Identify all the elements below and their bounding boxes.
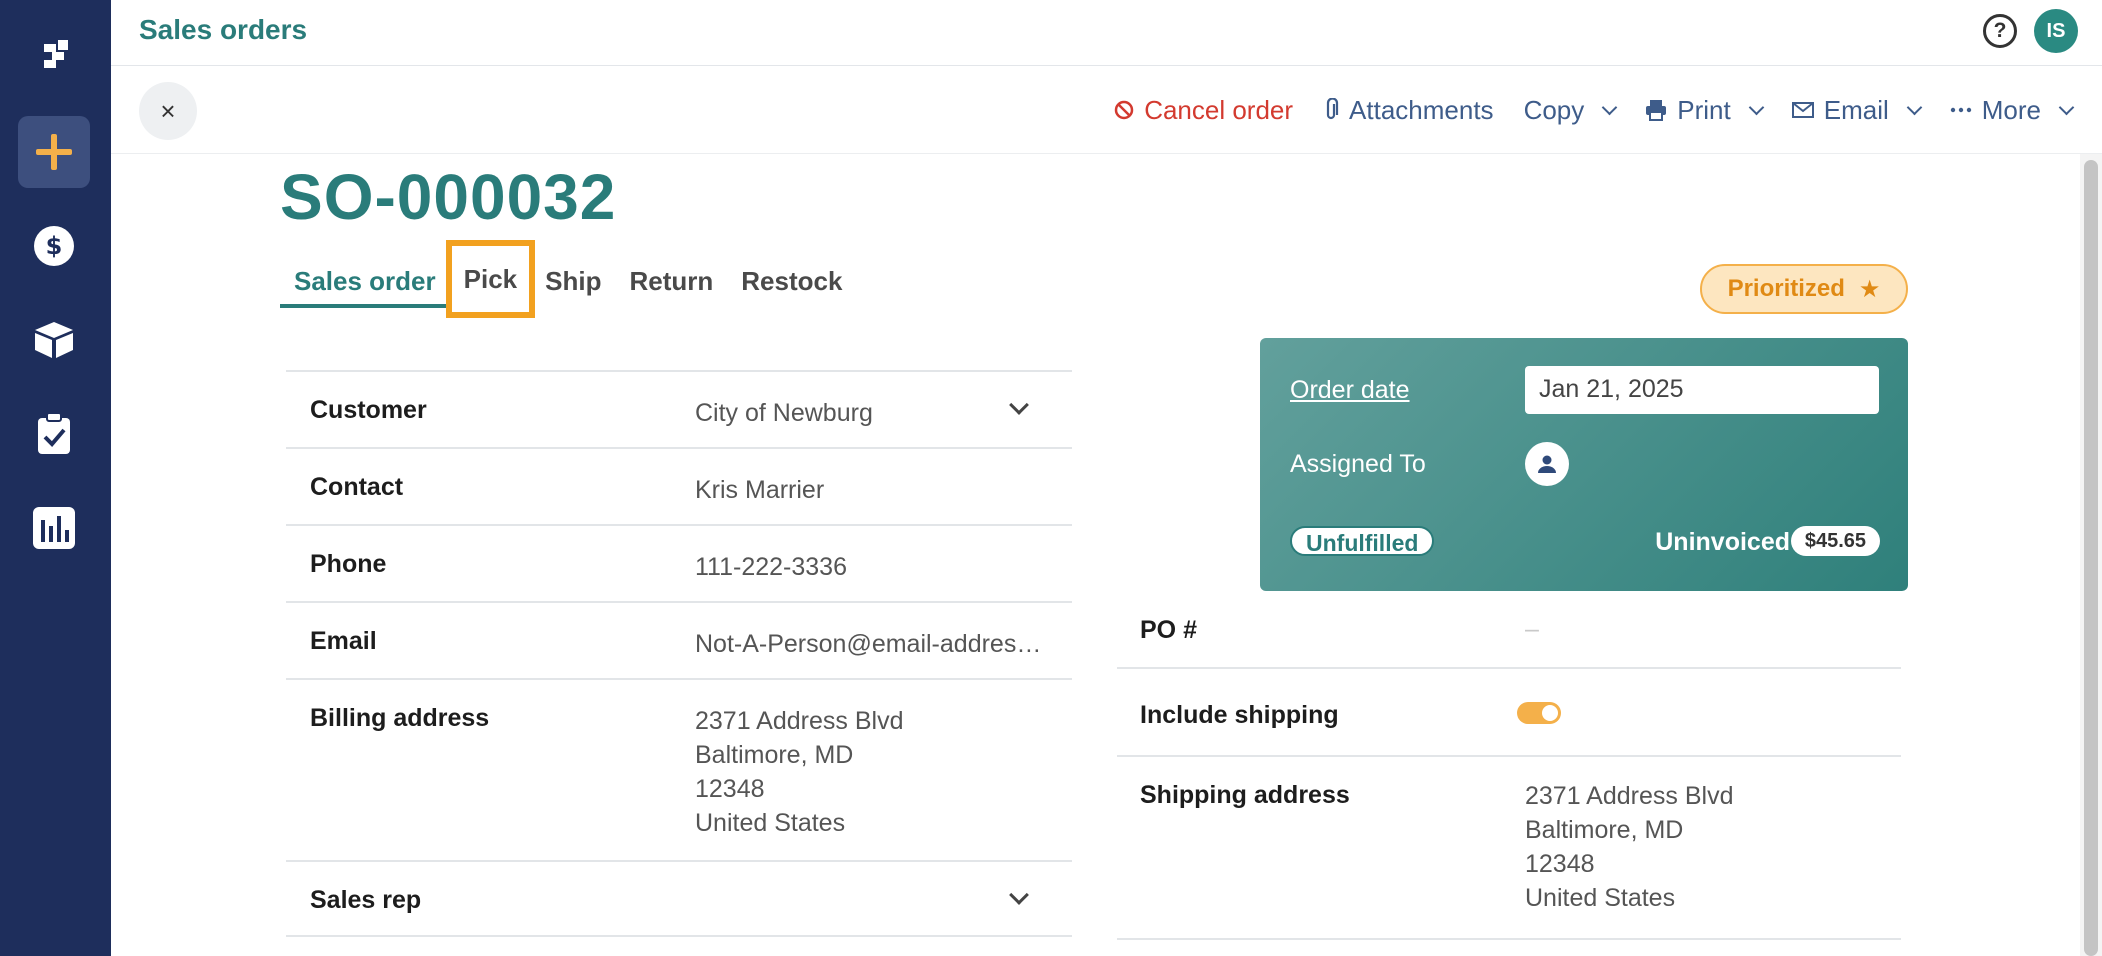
print-label: Print [1677, 94, 1731, 125]
sales-rep-row[interactable]: Sales rep [286, 860, 1072, 937]
action-bar: × Cancel order Attachments Copy Print Em… [111, 66, 2102, 154]
print-dropdown-button[interactable]: Print [1645, 94, 1765, 126]
fulfillment-status-badge: Unfulfilled [1290, 526, 1435, 556]
phone-label: Phone [310, 550, 387, 578]
include-shipping-toggle[interactable] [1517, 702, 1561, 724]
action-toolbar: Cancel order Attachments Copy Print Emai… [1114, 66, 2075, 154]
chevron-down-icon[interactable] [1009, 885, 1029, 905]
billing-address-label: Billing address [310, 704, 490, 732]
shipping-address-value: 2371 Address Blvd Baltimore, MD 12348 Un… [1525, 779, 1733, 915]
chevron-down-icon [1601, 99, 1618, 115]
billing-line: 12348 [695, 775, 765, 803]
include-shipping-row: Include shipping [1117, 669, 1901, 757]
sales-dollar-icon[interactable]: $ [18, 210, 90, 282]
order-details-table: Customer City of Newburg Contact Kris Ma… [286, 370, 1072, 937]
billing-line: 2371 Address Blvd [695, 707, 904, 735]
order-status-card: Order date Jan 21, 2025 Assigned To Unfu… [1260, 338, 1908, 591]
email-label: Email [310, 627, 377, 655]
invoice-amount-badge: $45.65 [1790, 526, 1880, 556]
create-plus-icon[interactable] [18, 116, 90, 188]
ellipsis-icon [1950, 107, 1971, 113]
po-number-label: PO # [1140, 616, 1197, 644]
shipping-address-label: Shipping address [1140, 781, 1350, 809]
priority-label: Prioritized [1727, 275, 1845, 302]
chevron-down-icon [1906, 99, 1923, 115]
sidebar: $ [0, 0, 111, 956]
order-date-label[interactable]: Order date [1290, 376, 1410, 405]
chevron-down-icon [1748, 99, 1765, 115]
attachments-label: Attachments [1349, 94, 1494, 125]
printer-icon [1646, 100, 1667, 121]
inventory-box-icon[interactable] [18, 304, 90, 376]
billing-line: United States [695, 809, 846, 837]
shipping-line: Baltimore, MD [1525, 816, 1684, 844]
billing-line: Baltimore, MD [695, 741, 854, 769]
customer-label: Customer [310, 396, 427, 424]
reports-bar-chart-icon[interactable] [18, 492, 90, 564]
sales-rep-label: Sales rep [310, 886, 422, 914]
user-avatar[interactable]: IS [2034, 9, 2078, 53]
shipping-line: 12348 [1525, 850, 1595, 878]
cancel-circle-icon [1114, 100, 1134, 120]
include-shipping-label: Include shipping [1140, 701, 1339, 729]
contact-value: Kris Marrier [695, 476, 825, 504]
top-bar: Sales orders ? IS [111, 0, 2102, 66]
billing-address-row[interactable]: Billing address 2371 Address Blvd Baltim… [286, 678, 1072, 860]
tab-restock[interactable]: Restock [727, 250, 856, 308]
cancel-order-button[interactable]: Cancel order [1114, 95, 1293, 126]
contact-row[interactable]: Contact Kris Marrier [286, 447, 1072, 524]
customer-value: City of Newburg [695, 399, 873, 427]
phone-row[interactable]: Phone 111-222-3336 [286, 524, 1072, 601]
email-label: Email [1823, 94, 1889, 125]
priority-badge[interactable]: Prioritized ★ [1700, 264, 1908, 314]
star-icon: ★ [1858, 275, 1881, 303]
copy-label: Copy [1523, 94, 1585, 125]
assigned-to-label: Assigned To [1290, 450, 1426, 478]
invoice-status-label: Uninvoiced [1655, 528, 1790, 556]
svg-text:$: $ [46, 232, 63, 260]
copy-dropdown-button[interactable]: Copy [1523, 94, 1618, 126]
clipboard-check-icon[interactable] [18, 398, 90, 470]
email-dropdown-button[interactable]: Email [1791, 94, 1923, 126]
shipping-line: United States [1525, 884, 1676, 912]
more-label: More [1981, 94, 2041, 125]
chevron-down-icon [2058, 99, 2075, 115]
more-dropdown-button[interactable]: More [1950, 94, 2075, 126]
app-logo-icon[interactable] [18, 22, 90, 94]
shipping-details-table: PO # – Include shipping Shipping address… [1117, 590, 1901, 940]
tab-ship[interactable]: Ship [531, 250, 615, 308]
tab-sales-order[interactable]: Sales order [280, 250, 450, 308]
order-tabs: Sales order Pick Ship Return Restock [280, 240, 856, 318]
tab-pick[interactable]: Pick [445, 240, 536, 318]
email-value: Not-A-Person@email-addres… [695, 630, 1042, 658]
assign-user-icon[interactable] [1525, 442, 1569, 486]
attachments-button[interactable]: Attachments [1323, 95, 1494, 126]
po-number-value: – [1525, 615, 1539, 643]
contact-label: Contact [310, 473, 404, 501]
shipping-line: 2371 Address Blvd [1525, 782, 1734, 810]
phone-value: 111-222-3336 [695, 553, 847, 581]
email-row[interactable]: Email Not-A-Person@email-addres… [286, 601, 1072, 678]
chevron-down-icon[interactable] [1009, 395, 1029, 415]
order-number: SO-000032 [280, 161, 617, 233]
po-number-row[interactable]: PO # – [1117, 590, 1901, 669]
paperclip-icon [1326, 98, 1339, 120]
scrollbar-thumb[interactable] [2084, 160, 2098, 956]
cancel-order-label: Cancel order [1144, 94, 1294, 125]
help-icon[interactable]: ? [1983, 14, 2017, 48]
tab-return[interactable]: Return [615, 250, 727, 308]
customer-row[interactable]: Customer City of Newburg [286, 370, 1072, 447]
billing-address-value: 2371 Address Blvd Baltimore, MD 12348 Un… [695, 704, 903, 840]
order-date-input[interactable]: Jan 21, 2025 [1525, 366, 1879, 414]
shipping-address-row[interactable]: Shipping address 2371 Address Blvd Balti… [1117, 757, 1901, 940]
page-title: Sales orders [139, 14, 308, 45]
close-button[interactable]: × [139, 82, 197, 140]
envelope-icon [1791, 102, 1814, 118]
